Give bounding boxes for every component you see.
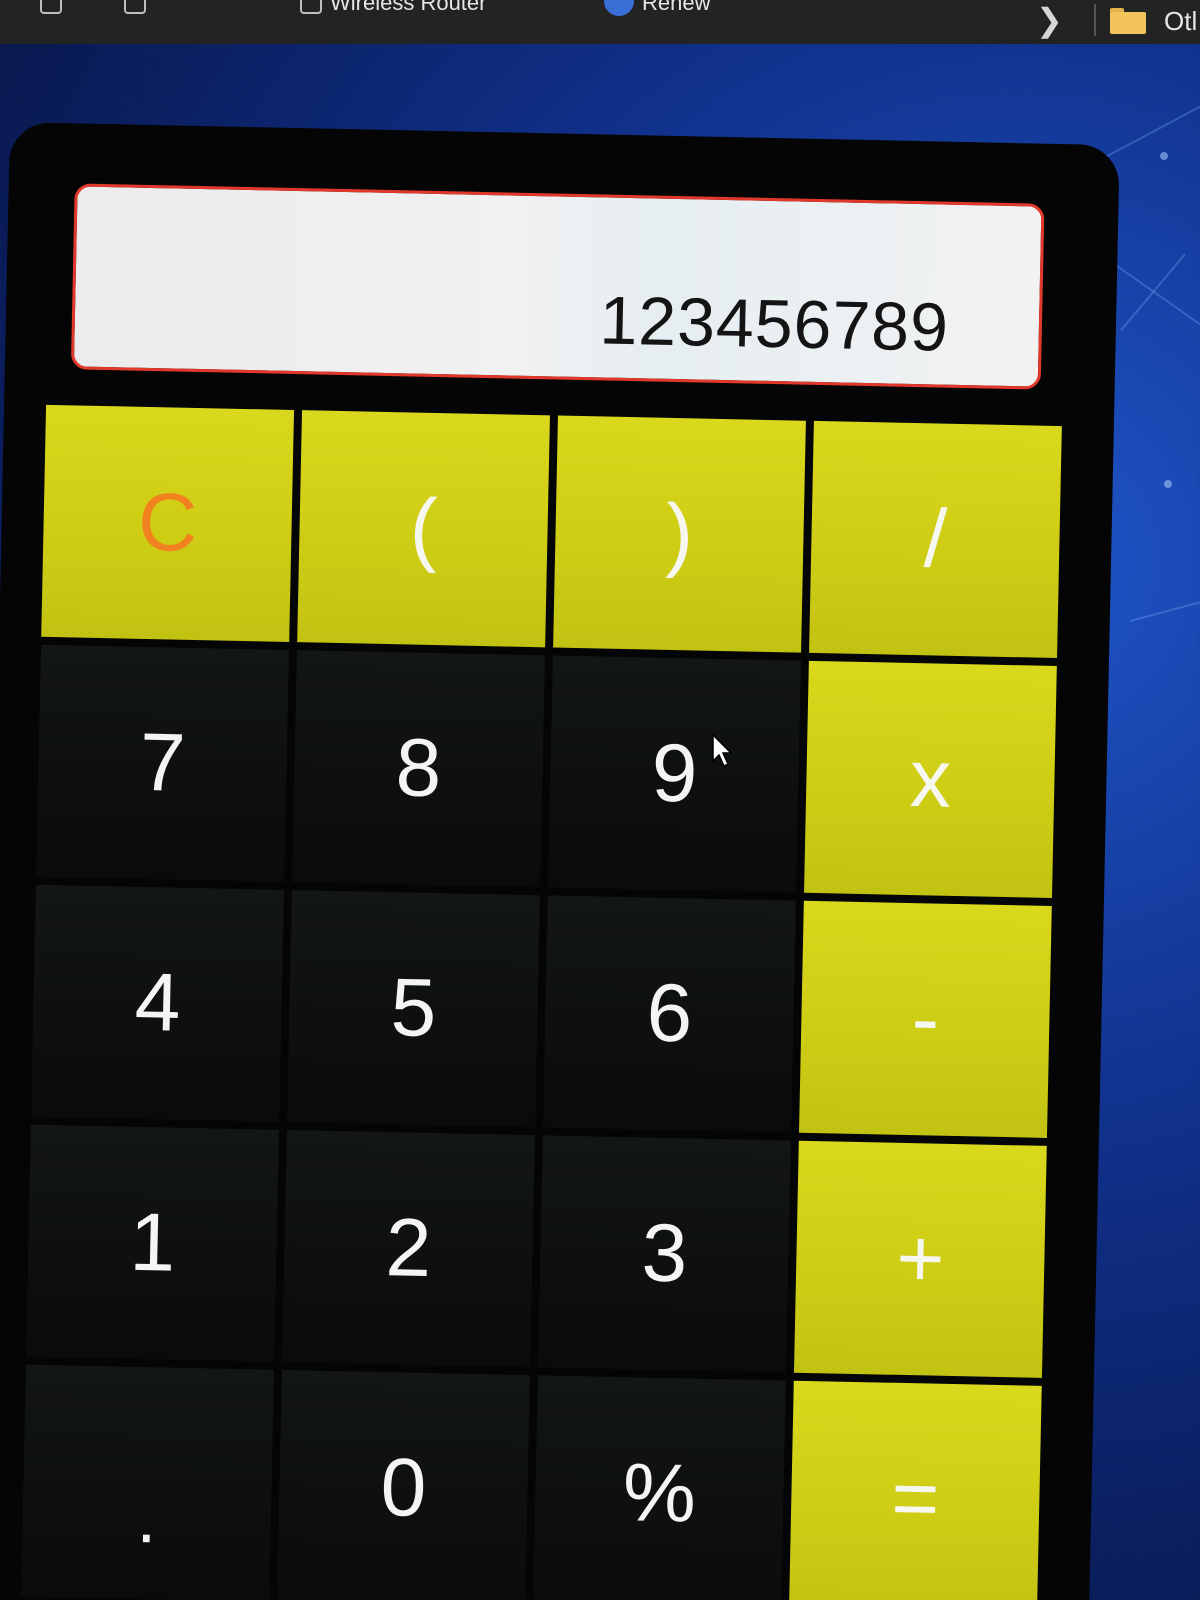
calculator: 123456789 C ( ) / 7 8 9 x 4 5 6 - 1 2 3 …	[0, 122, 1120, 1600]
globe-icon	[604, 0, 634, 16]
background-line	[1108, 260, 1200, 331]
bookmark-partial-2[interactable]	[124, 0, 146, 20]
calculator-display: 123456789	[70, 183, 1045, 390]
open-paren-button[interactable]: (	[297, 410, 550, 648]
bookmark-renew[interactable]: Renew	[604, 0, 710, 20]
keypad: C ( ) / 7 8 9 x 4 5 6 - 1 2 3 + . 0 % =	[21, 404, 1062, 1600]
digit-6-button[interactable]: 6	[543, 895, 796, 1133]
bookmark-divider	[1094, 4, 1096, 36]
other-bookmarks-label[interactable]: Otl	[1164, 6, 1197, 37]
multiply-button[interactable]: x	[804, 660, 1057, 898]
subtract-button[interactable]: -	[799, 900, 1052, 1138]
display-value: 123456789	[598, 282, 950, 366]
bookmark-page-icon	[300, 0, 322, 14]
background-dot	[1160, 152, 1168, 160]
folder-icon[interactable]	[1110, 8, 1146, 34]
bookmarks-bar: Wireless Router Renew ❯ Otl	[0, 0, 1200, 44]
digit-8-button[interactable]: 8	[292, 650, 545, 888]
digit-5-button[interactable]: 5	[287, 890, 540, 1128]
add-button[interactable]: +	[793, 1140, 1047, 1378]
digit-1-button[interactable]: 1	[26, 1124, 279, 1362]
digit-3-button[interactable]: 3	[538, 1135, 791, 1373]
background-dot	[1164, 480, 1172, 488]
digit-9-button[interactable]: 9	[548, 655, 801, 893]
digit-0-button[interactable]: 0	[277, 1369, 530, 1600]
close-paren-button[interactable]: )	[553, 415, 806, 653]
percent-button[interactable]: %	[533, 1375, 786, 1600]
bookmark-partial-1[interactable]	[40, 0, 62, 20]
bookmark-page-icon	[124, 0, 146, 14]
bookmark-page-icon	[40, 0, 62, 14]
mouse-pointer-icon	[712, 734, 733, 768]
clear-button[interactable]: C	[41, 404, 295, 642]
chevron-right-icon[interactable]: ❯	[1036, 4, 1063, 36]
divide-button[interactable]: /	[809, 420, 1062, 659]
bookmark-label: Renew	[642, 0, 711, 15]
background-line	[1130, 596, 1200, 622]
bookmark-label: Wireless Router	[330, 0, 487, 15]
digit-2-button[interactable]: 2	[282, 1130, 535, 1368]
digit-4-button[interactable]: 4	[31, 884, 284, 1122]
equals-button[interactable]: =	[788, 1380, 1042, 1600]
decimal-button[interactable]: .	[21, 1364, 274, 1600]
background-line	[1120, 253, 1186, 332]
bookmark-wireless-router[interactable]: Wireless Router	[300, 0, 486, 20]
digit-7-button[interactable]: 7	[36, 644, 290, 882]
